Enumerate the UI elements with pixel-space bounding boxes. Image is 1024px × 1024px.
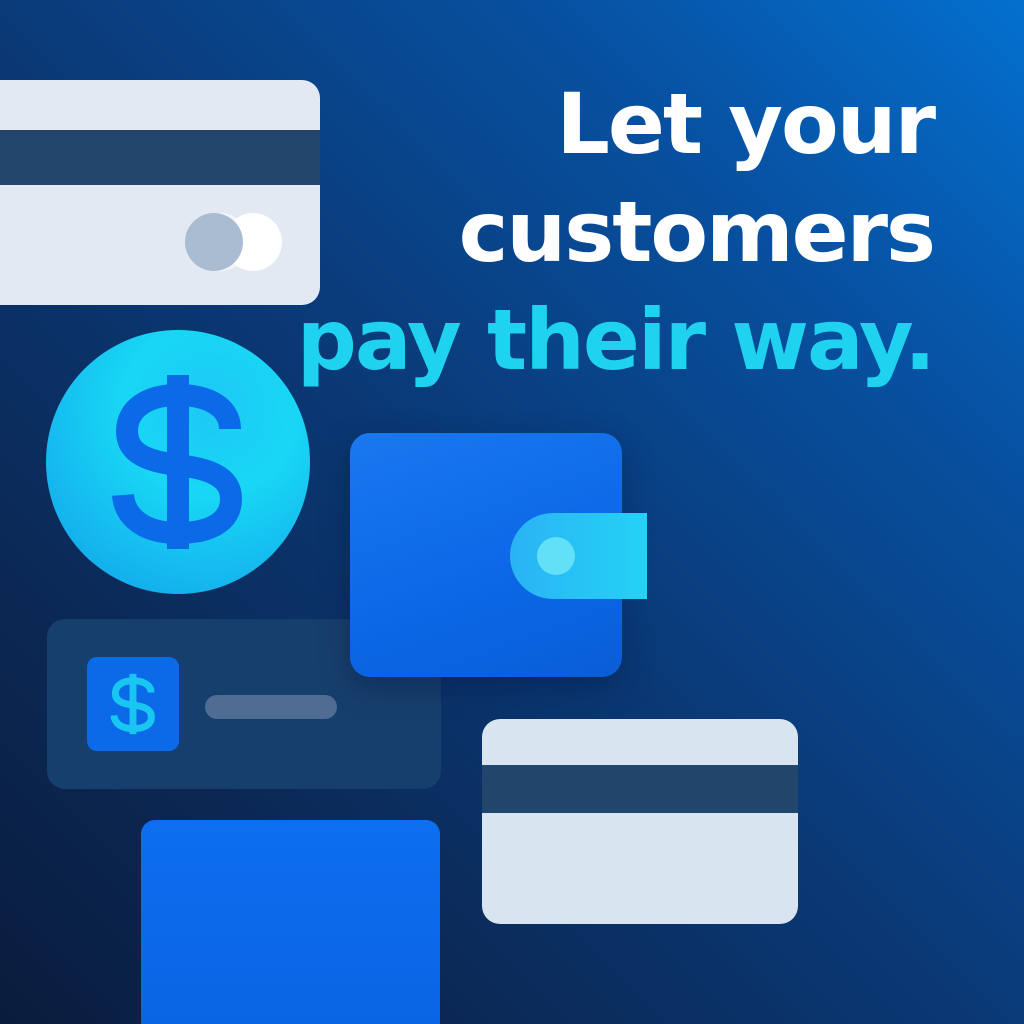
card-magnetic-stripe-bottom [482,765,798,813]
wallet-icon [350,433,647,677]
blue-card-block [141,820,440,1024]
card-logo-circle-left [185,213,243,271]
credit-card-icon [0,80,320,305]
headline-line-1: Let your [556,75,936,173]
headline-line-2: customers [458,183,936,281]
credit-card-icon-bottom [482,719,798,924]
wallet-clasp [510,513,647,599]
dollar-square-icon [87,657,179,751]
headline: Let your customers pay their way. [296,70,936,394]
card-magnetic-stripe [0,130,320,185]
dollar-sign-small-icon [110,673,155,735]
placeholder-text-bar [205,695,337,719]
wallet-clasp-button [537,537,575,575]
dollar-sign-icon [112,375,243,549]
dollar-coin-icon [46,330,310,594]
headline-line-3: pay their way. [296,291,936,389]
promo-banner: Let your customers pay their way. [0,0,1024,1024]
